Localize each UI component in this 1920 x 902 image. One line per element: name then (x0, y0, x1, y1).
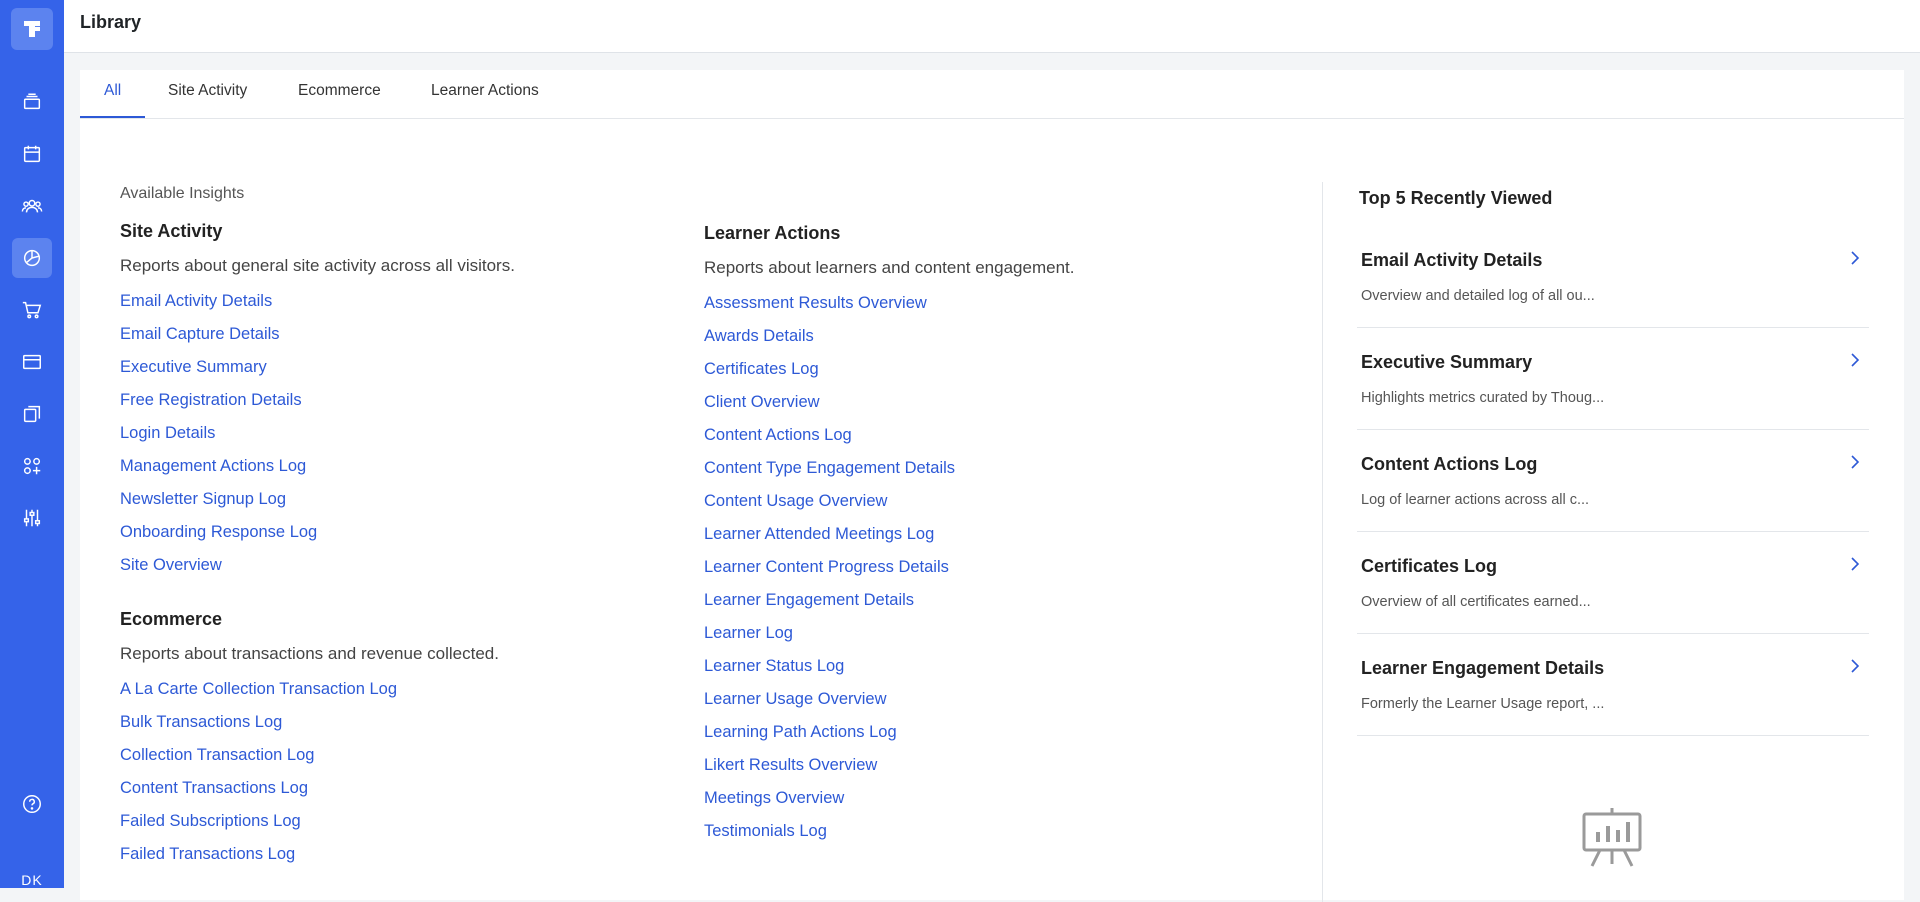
cart-icon[interactable] (12, 290, 52, 330)
report-link[interactable]: Learner Status Log (704, 655, 1264, 688)
recent-item-description: Formerly the Learner Usage report, ... (1361, 696, 1605, 712)
report-link[interactable]: Collection Transaction Log (120, 744, 640, 777)
report-link[interactable]: Likert Results Overview (704, 754, 1264, 787)
report-link[interactable]: Executive Summary (120, 356, 640, 389)
recent-item[interactable]: Content Actions Log Log of learner actio… (1357, 430, 1869, 532)
report-link[interactable]: Content Actions Log (704, 424, 1264, 457)
recent-list: Email Activity Details Overview and deta… (1357, 226, 1869, 736)
report-link[interactable]: Login Details (120, 422, 640, 455)
recent-item[interactable]: Learner Engagement Details Formerly the … (1357, 634, 1869, 736)
recent-item[interactable]: Certificates Log Overview of all certifi… (1357, 532, 1869, 634)
available-insights-label: Available Insights (120, 185, 245, 202)
chevron-right-icon (1851, 659, 1860, 673)
ecommerce-description: Reports about transactions and revenue c… (120, 644, 499, 663)
ecommerce-links: A La Carte Collection Transaction Log Bu… (120, 678, 640, 876)
report-link[interactable]: Meetings Overview (704, 787, 1264, 820)
learner-actions-description: Reports about learners and content engag… (704, 258, 1075, 277)
recent-item[interactable]: Email Activity Details Overview and deta… (1357, 226, 1869, 328)
report-link[interactable]: Certificates Log (704, 358, 1264, 391)
site-activity-links: Email Activity Details Email Capture Det… (120, 290, 640, 587)
calendar-icon[interactable] (12, 134, 52, 174)
sliders-icon[interactable] (12, 498, 52, 538)
report-link[interactable]: Bulk Transactions Log (120, 711, 640, 744)
learner-actions-title: Learner Actions (704, 223, 841, 243)
help-icon[interactable] (12, 784, 52, 824)
recent-item-name: Certificates Log (1361, 556, 1498, 576)
report-link[interactable]: Learner Usage Overview (704, 688, 1264, 721)
chevron-right-icon (1851, 251, 1860, 265)
report-link[interactable]: Learner Attended Meetings Log (704, 523, 1264, 556)
top-bar: Library (64, 0, 1920, 53)
recent-item-name: Learner Engagement Details (1361, 658, 1605, 678)
report-link[interactable]: Testimonials Log (704, 820, 1264, 853)
site-activity-title: Site Activity (120, 221, 223, 241)
tab-learner-actions[interactable]: Learner Actions (407, 70, 563, 118)
report-link[interactable]: Learner Content Progress Details (704, 556, 1264, 589)
presentation-chart-icon (1582, 808, 1642, 867)
recent-item-description: Overview of all certificates earned... (1361, 594, 1591, 610)
report-link[interactable]: Content Transactions Log (120, 777, 640, 810)
recent-item[interactable]: Executive Summary Highlights metrics cur… (1357, 328, 1869, 430)
user-avatar[interactable]: DK (0, 872, 64, 888)
people-icon[interactable] (12, 186, 52, 226)
recent-item-name: Content Actions Log (1361, 454, 1538, 474)
ecommerce-title: Ecommerce (120, 609, 223, 629)
site-activity-description: Reports about general site activity acro… (120, 256, 515, 275)
report-link[interactable]: Email Capture Details (120, 323, 640, 356)
insights-icon[interactable] (12, 238, 52, 278)
page-title: Library (80, 12, 142, 32)
report-link[interactable]: Assessment Results Overview (704, 292, 1264, 325)
recent-item-description: Log of learner actions across all c... (1361, 492, 1590, 508)
report-link[interactable]: Learner Engagement Details (704, 589, 1264, 622)
tab-all[interactable]: All (80, 70, 146, 118)
chevron-right-icon (1851, 557, 1860, 571)
learner-actions-links: Assessment Results Overview Awards Detai… (704, 292, 1264, 853)
report-link[interactable]: Content Usage Overview (704, 490, 1264, 523)
recent-item-description: Overview and detailed log of all ou... (1361, 288, 1595, 304)
report-link[interactable]: Site Overview (120, 554, 640, 587)
apps-icon[interactable] (12, 446, 52, 486)
stack-icon[interactable] (12, 82, 52, 122)
pages-icon[interactable] (12, 394, 52, 434)
column-divider (1322, 182, 1323, 902)
recent-item-description: Highlights metrics curated by Thoug... (1361, 390, 1605, 406)
tab-bar: All Site Activity Ecommerce Learner Acti… (80, 70, 1904, 119)
report-link[interactable]: A La Carte Collection Transaction Log (120, 678, 640, 711)
tab-ecommerce[interactable]: Ecommerce (274, 70, 405, 118)
report-link[interactable]: Failed Subscriptions Log (120, 810, 640, 843)
recent-title: Top 5 Recently Viewed (1359, 188, 1553, 208)
recent-item-name: Executive Summary (1361, 352, 1533, 372)
report-link[interactable]: Client Overview (704, 391, 1264, 424)
report-link[interactable]: Email Activity Details (120, 290, 640, 323)
report-link[interactable]: Learner Log (704, 622, 1264, 655)
report-link[interactable]: Failed Transactions Log (120, 843, 640, 876)
report-link[interactable]: Newsletter Signup Log (120, 488, 640, 521)
recent-item-name: Email Activity Details (1361, 250, 1543, 270)
report-link[interactable]: Onboarding Response Log (120, 521, 640, 554)
logo-icon[interactable] (11, 8, 53, 50)
report-link[interactable]: Learning Path Actions Log (704, 721, 1264, 754)
report-link[interactable]: Awards Details (704, 325, 1264, 358)
report-link[interactable]: Content Type Engagement Details (704, 457, 1264, 490)
sidebar: DK (0, 0, 64, 888)
card-icon[interactable] (12, 342, 52, 382)
report-link[interactable]: Free Registration Details (120, 389, 640, 422)
tab-site-activity[interactable]: Site Activity (144, 70, 271, 118)
chevron-right-icon (1851, 455, 1860, 469)
chevron-right-icon (1851, 353, 1860, 367)
report-link[interactable]: Management Actions Log (120, 455, 640, 488)
